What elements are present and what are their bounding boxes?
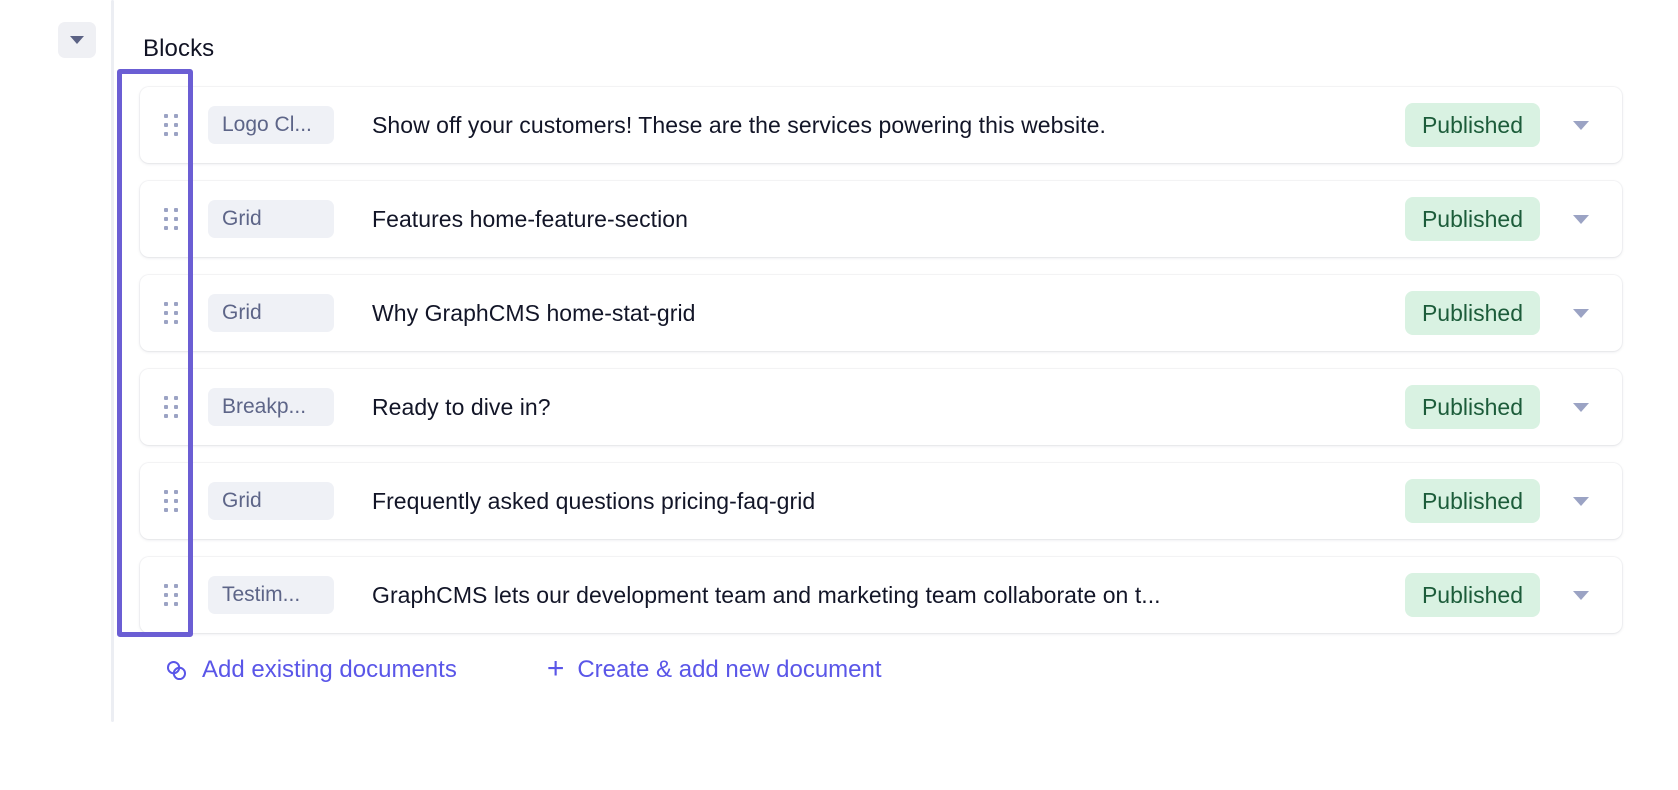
block-title: Show off your customers! These are the s… (372, 111, 1106, 138)
add-existing-documents-label: Add existing documents (202, 656, 457, 683)
status-badge: Published (1404, 197, 1540, 241)
blocks-field: Blocks Logo Cl... Show off your customers… (140, 0, 1640, 689)
field-actions: Add existing documents + Create & add ne… (140, 651, 1640, 689)
status-badge: Published (1404, 479, 1540, 523)
block-type-chip: Testim... (208, 576, 334, 614)
drag-handle-icon[interactable] (140, 87, 202, 163)
block-title: Why GraphCMS home-stat-grid (372, 299, 696, 326)
chevron-down-icon (1573, 214, 1589, 224)
drag-handle-icon[interactable] (140, 275, 202, 351)
table-row[interactable]: Grid Features home-feature-section Publish… (140, 181, 1622, 257)
blocks-row-list: Logo Cl... Show off your customers! These… (140, 87, 1640, 633)
row-menu-button[interactable] (1540, 557, 1622, 633)
block-title: GraphCMS lets our development team and m… (372, 581, 1161, 608)
block-type-chip: Grid (208, 482, 334, 520)
row-menu-button[interactable] (1540, 181, 1622, 257)
row-menu-button[interactable] (1540, 369, 1622, 445)
row-menu-button[interactable] (1540, 87, 1622, 163)
chevron-down-icon (1573, 120, 1589, 130)
row-menu-button[interactable] (1540, 463, 1622, 539)
chevron-down-icon (1573, 590, 1589, 600)
row-menu-button[interactable] (1540, 275, 1622, 351)
block-title: Frequently asked questions pricing-faq-g… (372, 487, 816, 514)
block-title: Ready to dive in? (372, 393, 551, 420)
triangle-down-icon (70, 36, 84, 44)
table-row[interactable]: Testim... GraphCMS lets our development t… (140, 557, 1622, 633)
drag-handle-icon[interactable] (140, 181, 202, 257)
table-row[interactable]: Grid Why GraphCMS home-stat-grid Published (140, 275, 1622, 351)
drag-handle-icon[interactable] (140, 557, 202, 633)
create-add-new-document-label: Create & add new document (577, 656, 882, 683)
add-existing-documents-button[interactable]: Add existing documents (162, 652, 459, 688)
chevron-down-icon (1573, 496, 1589, 506)
block-title: Features home-feature-section (372, 205, 688, 232)
table-row[interactable]: Breakp... Ready to dive in? Published (140, 369, 1622, 445)
plus-icon: + (546, 652, 565, 685)
chevron-down-icon (1573, 402, 1589, 412)
page-title: Blocks (143, 35, 215, 62)
field-guide-line (111, 0, 114, 722)
table-row[interactable]: Grid Frequently asked questions pricing-f… (140, 463, 1622, 539)
drag-handle-icon[interactable] (140, 463, 202, 539)
block-list-panel: Blocks Logo Cl... Show off your customers… (0, 0, 1678, 790)
drag-handle-icon[interactable] (140, 369, 202, 445)
block-type-chip: Breakp... (208, 388, 334, 426)
status-badge: Published (1404, 385, 1540, 429)
status-badge: Published (1404, 291, 1540, 335)
block-type-chip: Logo Cl... (208, 106, 334, 144)
chevron-down-icon (1573, 308, 1589, 318)
block-type-chip: Grid (208, 200, 334, 238)
link-chain-icon (164, 658, 189, 683)
create-add-new-document-button[interactable]: + Create & add new document (545, 651, 884, 689)
status-badge: Published (1404, 103, 1540, 147)
block-type-chip: Grid (208, 294, 334, 332)
table-row[interactable]: Logo Cl... Show off your customers! These… (140, 87, 1622, 163)
status-badge: Published (1404, 573, 1540, 617)
collapse-field-button[interactable] (58, 22, 96, 58)
